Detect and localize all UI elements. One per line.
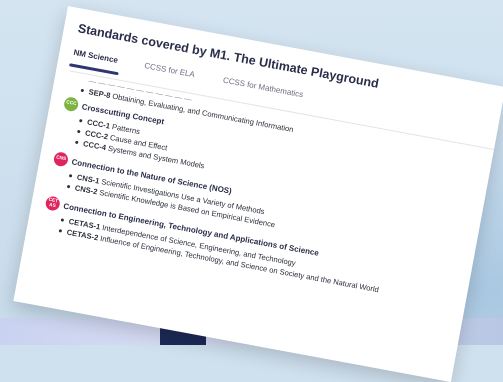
bullet (80, 88, 85, 93)
cns-badge: CNS (52, 151, 70, 168)
bullet (77, 129, 81, 134)
bullet (60, 218, 65, 222)
bullet (79, 119, 83, 123)
item-code: SEP-8 (87, 87, 112, 101)
bullet (75, 140, 79, 145)
bullet (58, 229, 63, 233)
cetas-badge: CET AS (44, 195, 61, 212)
ccc-badge: CCC (62, 96, 80, 113)
tab-ccss-math[interactable]: CCSS for Mathematics (222, 76, 304, 100)
tab-ccss-ela[interactable]: CCSS for ELA (144, 61, 196, 79)
item-code: CCC-4 (82, 139, 107, 153)
tab-nm-science[interactable]: NM Science (73, 48, 119, 65)
item-code: CNS-2 (74, 183, 99, 197)
cetas-badge-line2: AS (48, 202, 57, 210)
bullet (66, 184, 71, 189)
active-tab-indicator (69, 63, 119, 76)
bullet (68, 174, 73, 178)
